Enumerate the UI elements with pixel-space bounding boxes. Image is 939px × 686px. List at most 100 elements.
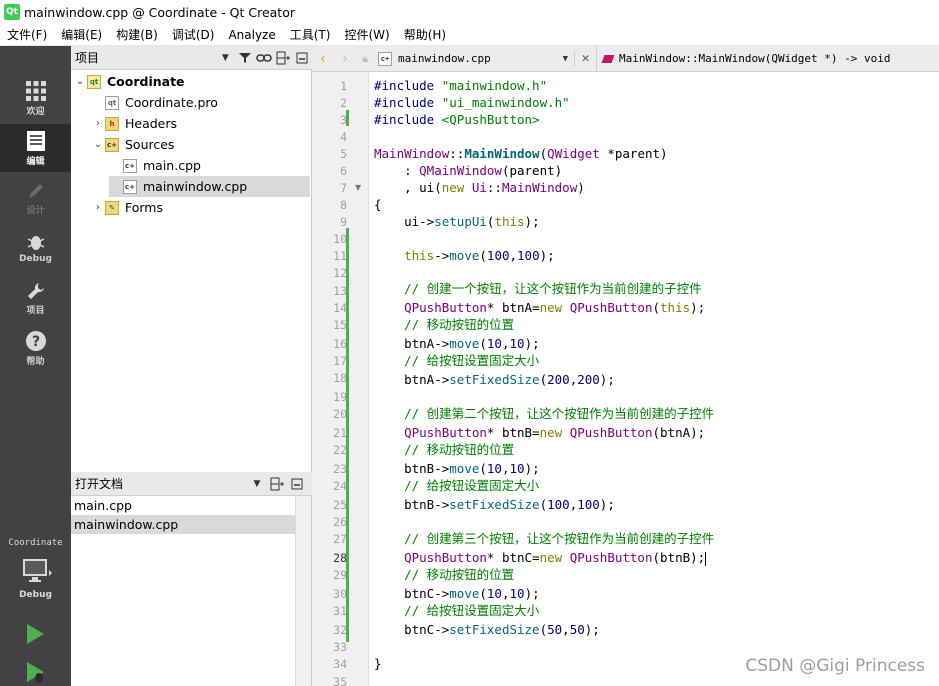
line-number: 35 [333, 675, 347, 686]
code-line: ui->setupUi(this); [374, 214, 540, 229]
menu-build[interactable]: 构建(B) [109, 24, 165, 46]
code-line: #include "ui_mainwindow.h" [374, 95, 570, 110]
code-comment: // 移动按钮的位置 [404, 317, 515, 332]
line-number: 1 [340, 79, 347, 93]
mode-projects[interactable]: 项目 [0, 274, 71, 322]
code-line: btnC->move(10,10); [374, 586, 540, 601]
line-number: 29 [333, 568, 347, 582]
line-number: 34 [333, 657, 347, 671]
menu-debug[interactable]: 调试(D) [165, 24, 222, 46]
link-icon[interactable] [254, 48, 273, 68]
qt-logo-icon: Qt [4, 4, 20, 20]
tree-item-main-cpp[interactable]: c+ main.cpp [109, 155, 299, 176]
forward-arrow-icon[interactable]: › [334, 51, 356, 67]
change-marker [346, 228, 349, 642]
open-doc-main-cpp[interactable]: main.cpp [71, 496, 295, 515]
view-dropdown-icon[interactable]: ▼ [247, 474, 267, 494]
mode-welcome[interactable]: 欢迎 [0, 74, 71, 122]
tree-item-label: main.cpp [143, 158, 201, 173]
line-number: 19 [333, 390, 347, 404]
code-line: { [374, 197, 382, 212]
tree-item-pro-file[interactable]: qt Coordinate.pro [91, 92, 291, 113]
chevron-down-icon: ▼ [562, 53, 568, 64]
open-docs-scrollbar[interactable] [295, 496, 311, 686]
watermark: CSDN @Gigi Princess [745, 656, 925, 676]
mode-projects-label: 项目 [26, 305, 45, 316]
menu-edit[interactable]: 编辑(E) [54, 24, 109, 46]
menu-controls[interactable]: 控件(W) [337, 24, 396, 46]
current-file-name: mainwindow.cpp [398, 52, 491, 65]
menu-tools[interactable]: 工具(T) [283, 24, 338, 46]
tree-item-headers[interactable]: › h Headers [91, 113, 291, 134]
code-comment: // 创建第三个按钮，让这个按钮作为当前创建的子控件 [404, 531, 715, 546]
bug-icon [27, 236, 44, 250]
line-number: 13 [333, 284, 347, 298]
line-number: 8 [340, 198, 347, 212]
line-number: 23 [333, 462, 347, 476]
expanded-arrow-icon[interactable]: ⌄ [73, 76, 87, 87]
kit-build-label: Debug [19, 590, 52, 600]
wrench-icon [27, 282, 44, 299]
tree-item-forms[interactable]: › ✎ Forms [91, 197, 291, 218]
code-line: QPushButton* btnB=new QPushButton(btnA); [404, 425, 706, 440]
line-number: 12 [333, 266, 347, 280]
code-line: // 创建第二个按钮，让这个按钮作为当前创建的子控件 [374, 405, 714, 423]
header-folder-icon: h [105, 116, 119, 131]
edit-icon [26, 130, 45, 151]
split-icon[interactable] [273, 48, 292, 68]
mode-design-label: 设计 [26, 205, 45, 216]
mode-bar: 欢迎 编辑 设计 Debug 项目 ? 帮助 Coordinate Debug [0, 46, 71, 686]
open-docs-title: 打开文档 [75, 477, 124, 491]
tree-item-label: Coordinate [107, 74, 185, 89]
menu-analyze[interactable]: Analyze [221, 24, 282, 46]
mode-edit-label: 编辑 [26, 156, 45, 167]
close-panel-icon[interactable] [293, 48, 312, 68]
line-number: 9 [340, 215, 347, 229]
line-number: 16 [333, 337, 347, 351]
mode-edit[interactable]: 编辑 [0, 124, 71, 172]
filter-icon[interactable] [235, 48, 254, 68]
line-number: 6 [340, 164, 347, 178]
line-number-gutter: 1 2 3 4 5 6 7 8 9 10 11 12 13 14 15 16 17 18 19 20 21 22 23 24 2… [312, 72, 369, 686]
tree-item-coordinate[interactable]: ⌄ qt Coordinate [73, 71, 293, 92]
line-number: 2 [340, 96, 347, 110]
change-marker [346, 110, 349, 126]
tree-item-mainwindow-cpp[interactable]: c+ mainwindow.cpp [109, 176, 310, 197]
collapsed-arrow-icon[interactable]: › [91, 202, 105, 213]
file-selector[interactable]: c+ mainwindow.cpp ▼ [374, 46, 574, 72]
code-line: QPushButton* btnC=new QPushButton(btnB); [404, 550, 707, 566]
view-dropdown-icon[interactable]: ▼ [216, 48, 235, 68]
close-panel-icon[interactable] [287, 474, 307, 494]
menu-help[interactable]: 帮助(H) [397, 24, 453, 46]
line-number: 27 [333, 532, 347, 546]
split-icon[interactable] [267, 474, 287, 494]
menu-file[interactable]: 文件(F) [0, 24, 54, 46]
mode-debug-label: Debug [19, 254, 52, 264]
open-doc-mainwindow-cpp[interactable]: mainwindow.cpp [71, 515, 295, 534]
expanded-arrow-icon[interactable]: ⌄ [91, 139, 105, 150]
line-number: 32 [333, 623, 347, 637]
line-number: 15 [333, 318, 347, 332]
collapsed-arrow-icon[interactable]: › [91, 118, 105, 129]
fold-arrow-icon[interactable]: ▼ [355, 183, 361, 192]
code-line: this->move(100,100); [404, 248, 555, 263]
debug-run-icon[interactable] [23, 660, 47, 684]
project-toolbar: 项目 ▼ [71, 46, 312, 70]
mode-design[interactable]: 设计 [0, 174, 71, 222]
tree-item-label: Coordinate.pro [125, 95, 218, 110]
symbol-selector[interactable]: MainWindow::MainWindow(QWidget *) -> voi… [596, 45, 891, 72]
code-line: // 创建一个按钮，让这个按钮作为当前创建的子控件 [374, 280, 702, 298]
mode-debug[interactable]: Debug [0, 224, 71, 272]
tree-item-label: Sources [125, 137, 175, 152]
code-line: // 移动按钮的位置 [374, 441, 514, 459]
line-number: 4 [340, 130, 347, 144]
close-editor-icon[interactable]: ✕ [574, 51, 596, 66]
back-arrow-icon[interactable]: ‹ [312, 51, 334, 67]
tree-item-sources[interactable]: ⌄ c+ Sources [91, 134, 291, 155]
line-number: 5 [340, 147, 347, 161]
code-editor[interactable]: #include "mainwindow.h" #include "ui_mai… [374, 72, 939, 686]
tree-item-label: mainwindow.cpp [143, 179, 248, 194]
run-icon[interactable] [23, 622, 47, 646]
mode-help[interactable]: ? 帮助 [0, 324, 71, 372]
monitor-icon[interactable] [22, 558, 52, 584]
